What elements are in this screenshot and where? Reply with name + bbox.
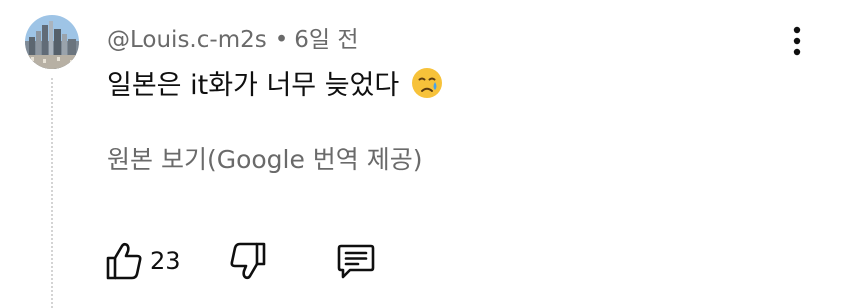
- dislike-button[interactable]: [228, 240, 268, 282]
- comment-text-row: 일본은 it화가 너무 늦었다: [107, 63, 443, 102]
- avatar[interactable]: [25, 15, 79, 69]
- view-original-link[interactable]: 원본 보기(Google 번역 제공): [107, 140, 423, 176]
- more-vertical-icon[interactable]: [786, 25, 808, 59]
- crying-face-emoji: [411, 67, 443, 99]
- meta-separator: •: [274, 27, 289, 53]
- thread-line: [51, 78, 53, 308]
- more-vertical-icon-glyph: [793, 26, 801, 56]
- comment-time: 6일 전: [294, 27, 359, 53]
- like-button[interactable]: [104, 240, 144, 282]
- comment-text: 일본은 it화가 너무 늦었다: [107, 70, 400, 101]
- reply-comment-icon: [337, 244, 375, 279]
- city-skyline-avatar-image: [25, 15, 79, 69]
- author-name[interactable]: @Louis.c-m2s: [107, 27, 267, 53]
- reply-button[interactable]: [336, 240, 376, 282]
- comment-actions: 23: [104, 240, 404, 282]
- like-count: 23: [150, 247, 181, 275]
- thumbs-down-icon: [230, 242, 266, 280]
- comment-item: @Louis.c-m2s • 6일 전 일본은 it화가 너무 늦었다 원본 보기(…: [0, 0, 850, 308]
- thumbs-up-icon: [106, 242, 142, 280]
- comment-meta: @Louis.c-m2s • 6일 전: [107, 20, 359, 54]
